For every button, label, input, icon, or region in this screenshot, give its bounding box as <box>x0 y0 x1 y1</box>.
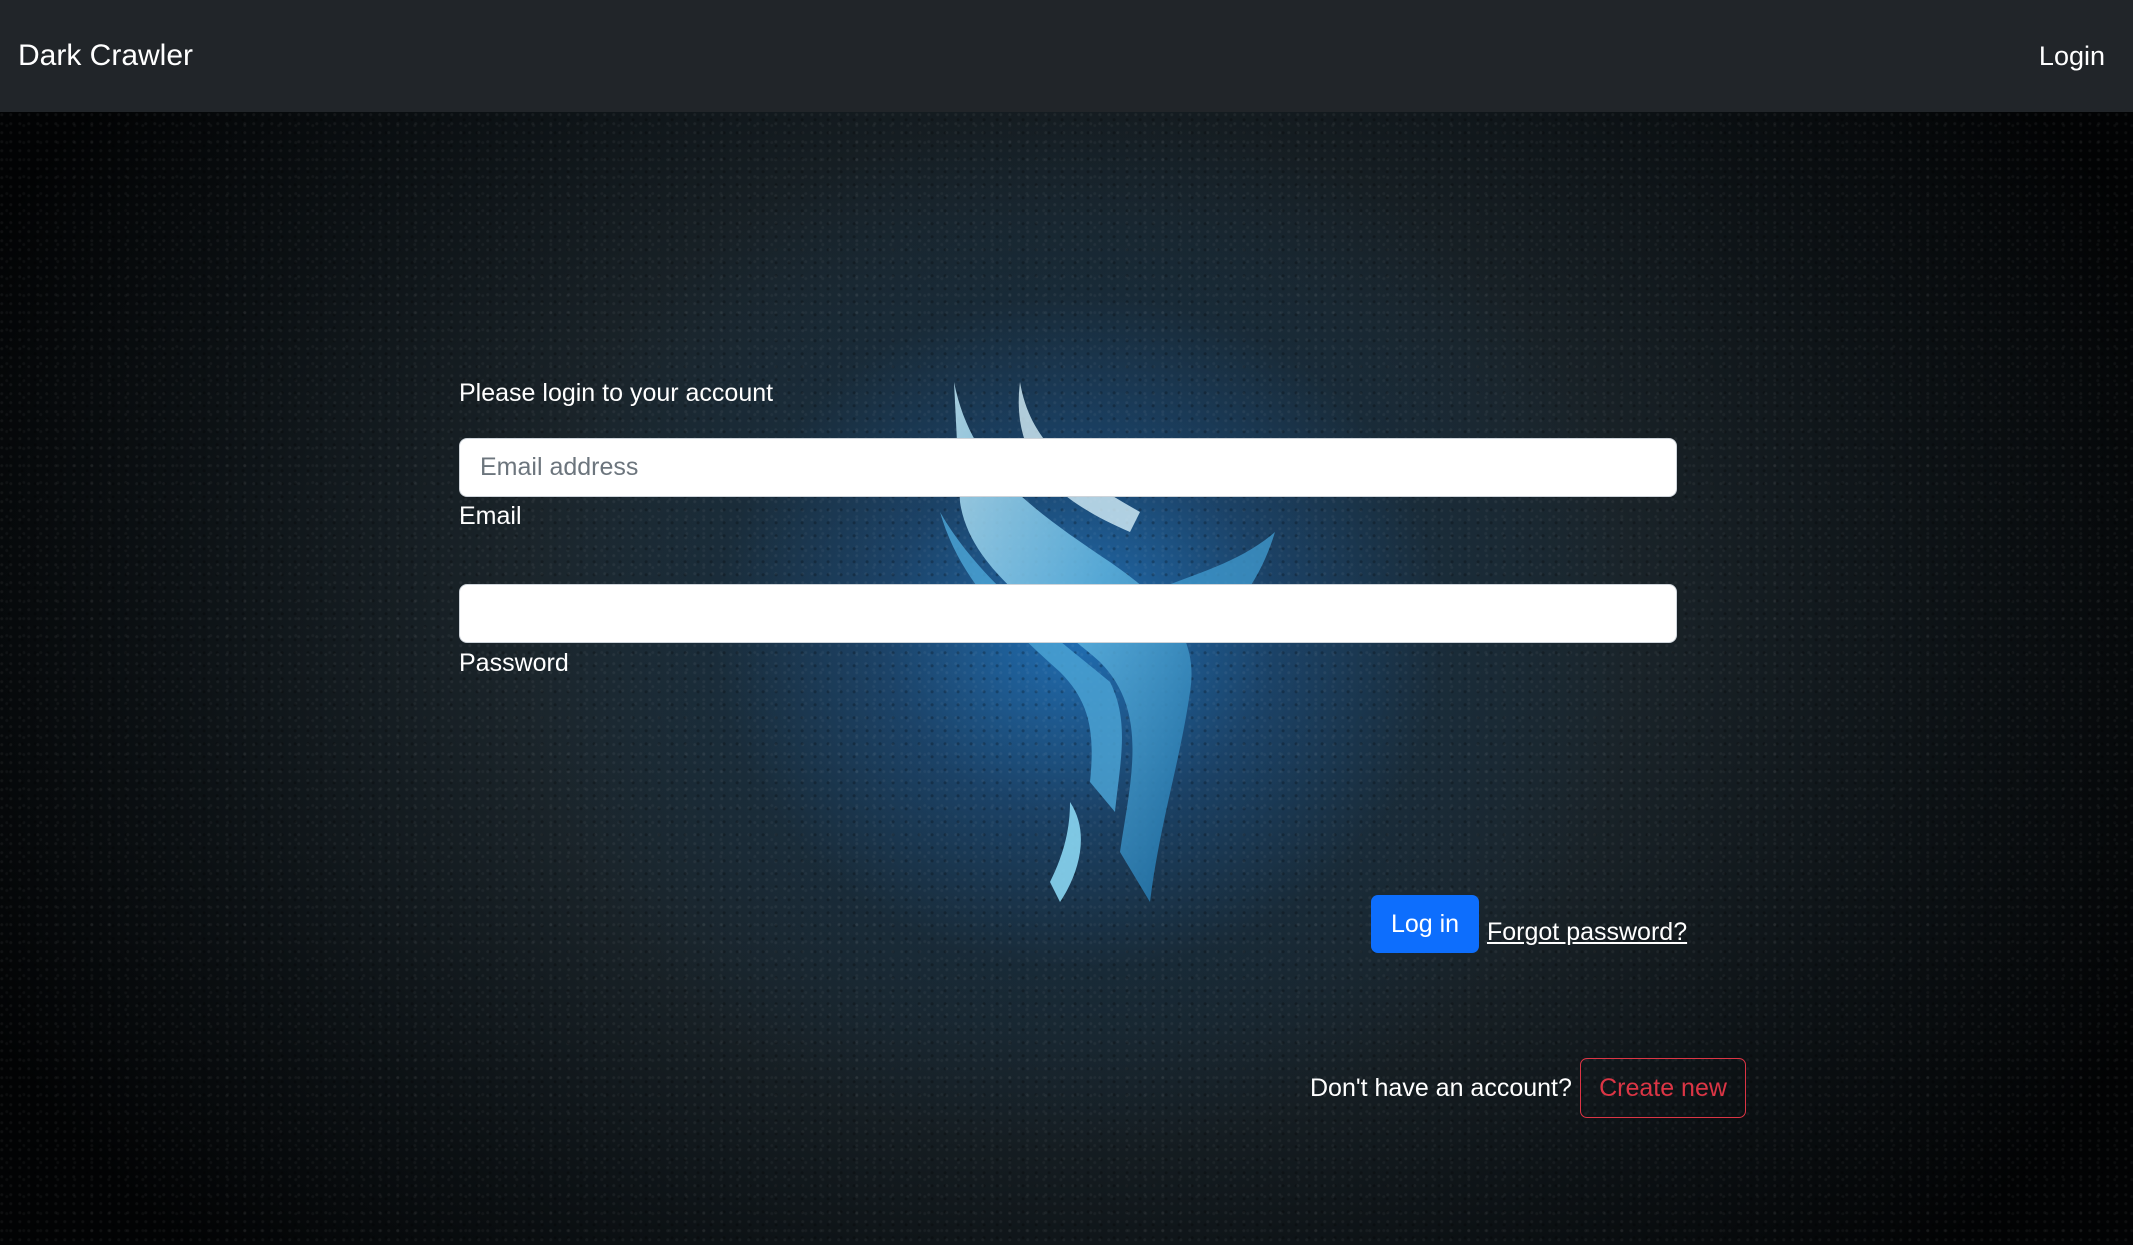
nav-login-link[interactable]: Login <box>2039 41 2105 72</box>
password-label: Password <box>459 649 569 677</box>
login-prompt: Please login to your account <box>459 379 774 407</box>
email-label: Email <box>459 502 522 530</box>
email-input[interactable] <box>459 438 1677 497</box>
login-button[interactable]: Log in <box>1371 895 1479 953</box>
create-account-button[interactable]: Create new <box>1580 1058 1746 1118</box>
hero-background: Please login to your account Email Passw… <box>0 112 2133 1245</box>
no-account-text: Don't have an account? <box>1310 1074 1572 1102</box>
brand-link[interactable]: Dark Crawler <box>18 39 193 73</box>
forgot-password-link[interactable]: Forgot password? <box>1487 918 1687 947</box>
top-navbar: Dark Crawler Login <box>0 0 2133 112</box>
password-input[interactable] <box>459 584 1677 643</box>
